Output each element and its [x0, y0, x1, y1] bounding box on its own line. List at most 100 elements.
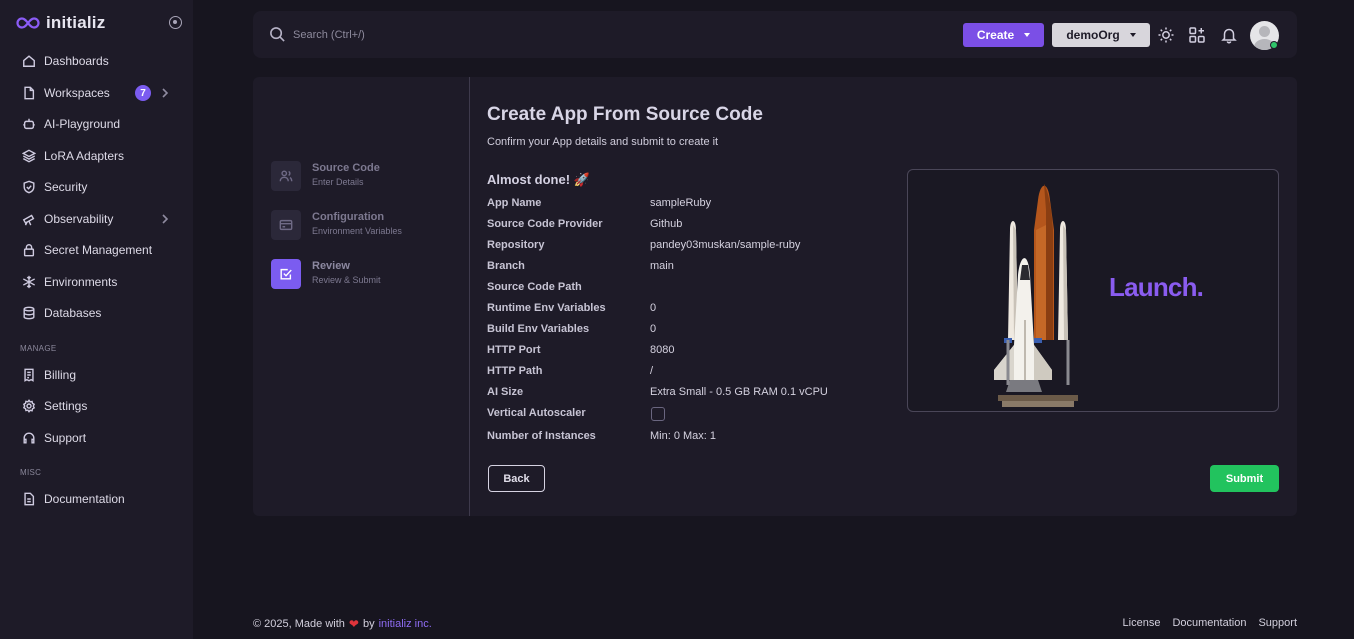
chevron-right-icon[interactable] — [159, 86, 171, 100]
sidebar-item-lora-adapters[interactable]: LoRA Adapters — [22, 146, 172, 166]
sidebar-item-label: Observability — [44, 212, 114, 226]
detail-label-app-name: App Name — [487, 197, 542, 209]
steps-divider — [469, 77, 470, 516]
chevron-right-icon[interactable] — [159, 212, 171, 226]
detail-value-http-port: 8080 — [650, 344, 675, 356]
card-icon — [271, 210, 301, 240]
sidebar-item-dashboards[interactable]: Dashboards — [22, 51, 172, 71]
sidebar-item-label: Support — [44, 431, 87, 445]
back-button[interactable]: Back — [488, 465, 545, 492]
sidebar-item-label: Dashboards — [44, 54, 109, 68]
bell-icon[interactable] — [1220, 26, 1238, 44]
sidebar-item-observability[interactable]: Observability — [22, 209, 172, 229]
detail-label-vertical-autoscaler: Vertical Autoscaler — [487, 407, 586, 419]
detail-label-repository: Repository — [487, 239, 545, 251]
footer-link-support[interactable]: Support — [1258, 617, 1297, 629]
submit-button[interactable]: Submit — [1210, 465, 1279, 492]
section-heading-manage: MANAGE — [20, 344, 57, 353]
sidebar-item-label: Secret Management — [44, 243, 153, 257]
step-review[interactable]: Review Review & Submit — [271, 259, 381, 289]
step-configuration[interactable]: Configuration Environment Variables — [271, 210, 402, 240]
step-title: Source Code — [312, 162, 380, 174]
detail-label-instances: Number of Instances — [487, 430, 596, 442]
sidebar-item-workspaces[interactable]: Workspaces 7 — [22, 83, 172, 103]
section-heading-misc: MISC — [20, 468, 42, 477]
layers-icon — [22, 149, 36, 163]
apps-grid-icon[interactable] — [1188, 26, 1206, 44]
detail-label-branch: Branch — [487, 260, 525, 272]
detail-label-source-path: Source Code Path — [487, 281, 582, 293]
copyright-text: © 2025, Made with — [253, 618, 345, 630]
detail-value-instances: Min: 0 Max: 1 — [650, 430, 717, 442]
step-title: Review — [312, 260, 350, 272]
sidebar-item-support[interactable]: Support — [22, 428, 172, 448]
detail-label-ai-size: AI Size — [487, 386, 524, 398]
sidebar-item-label: Billing — [44, 368, 77, 382]
sidebar-item-label: AI-Playground — [44, 117, 121, 131]
org-switcher-label: demoOrg — [1066, 28, 1120, 42]
detail-label-http-port: HTTP Port — [487, 344, 541, 356]
detail-value-source-provider: Github — [650, 218, 683, 230]
page-subtitle: Confirm your App details and submit to c… — [487, 136, 719, 148]
workspaces-count-badge: 7 — [135, 85, 151, 101]
infinity-logo-icon — [16, 17, 40, 29]
users-icon — [271, 161, 301, 191]
detail-value-ai-size: Extra Small - 0.5 GB RAM 0.1 vCPU — [650, 386, 828, 398]
create-button[interactable]: Create — [963, 23, 1044, 47]
sidebar-item-security[interactable]: Security — [22, 177, 172, 197]
detail-value-build-env: 0 — [650, 323, 657, 335]
caret-down-icon — [1024, 33, 1031, 37]
sidebar-item-label: Settings — [44, 399, 88, 413]
headset-icon — [22, 431, 36, 445]
file-icon — [22, 86, 36, 100]
sidebar-item-secret-management[interactable]: Secret Management — [22, 240, 172, 260]
detail-value-branch: main — [650, 260, 674, 272]
telescope-icon — [22, 212, 36, 226]
sidebar-item-environments[interactable]: Environments — [22, 272, 172, 292]
brand-name: initializ — [46, 13, 106, 32]
detail-label-source-provider: Source Code Provider — [487, 218, 603, 230]
database-icon — [22, 306, 36, 320]
detail-value-repository: pandey03muskan/sample-ruby — [650, 239, 801, 251]
footer-links: License Documentation Support — [1123, 617, 1297, 629]
launch-text: Launch. — [1109, 272, 1204, 302]
sidebar-item-label: Security — [44, 180, 88, 194]
heart-icon: ❤ — [348, 617, 359, 631]
footer-link-documentation[interactable]: Documentation — [1172, 617, 1246, 629]
sun-icon[interactable] — [1157, 26, 1175, 44]
vertical-autoscaler-checkbox[interactable] — [651, 407, 665, 421]
company-link[interactable]: initializ inc. — [379, 618, 432, 630]
detail-value-runtime-env: 0 — [650, 302, 657, 314]
sidebar-item-documentation[interactable]: Documentation — [22, 489, 172, 509]
check-square-icon — [271, 259, 301, 289]
sidebar-item-databases[interactable]: Databases — [22, 303, 172, 323]
detail-label-http-path: HTTP Path — [487, 365, 543, 377]
sidebar-item-settings[interactable]: Settings — [22, 396, 172, 416]
sidebar-item-label: Environments — [44, 275, 118, 289]
snowflake-icon — [22, 275, 36, 289]
footer-link-license[interactable]: License — [1123, 617, 1161, 629]
online-status-indicator — [1270, 41, 1278, 49]
gear-icon — [22, 399, 36, 413]
robot-icon — [22, 117, 36, 131]
step-source-code[interactable]: Source Code Enter Details — [271, 161, 380, 191]
almost-done-heading: Almost done! 🚀 — [487, 172, 590, 187]
sidebar-collapse-icon[interactable] — [169, 16, 182, 29]
brand-logo[interactable]: initializ — [16, 13, 105, 33]
sidebar-item-label: Workspaces — [44, 86, 110, 100]
search-icon[interactable] — [269, 26, 286, 43]
sidebar-item-label: Documentation — [44, 492, 125, 506]
org-switcher-button[interactable]: demoOrg — [1052, 23, 1150, 47]
sidebar-item-billing[interactable]: Billing — [22, 365, 172, 385]
sidebar-item-ai-playground[interactable]: AI-Playground — [22, 114, 172, 134]
search-input[interactable] — [293, 25, 593, 45]
launch-illustration: Launch. — [907, 169, 1279, 412]
top-bar: Create demoOrg — [253, 11, 1297, 58]
document-icon — [22, 492, 36, 506]
receipt-icon — [22, 368, 36, 382]
sidebar-item-label: LoRA Adapters — [44, 149, 125, 163]
detail-label-build-env: Build Env Variables — [487, 323, 590, 335]
create-app-card: Source Code Enter Details Configuration … — [253, 77, 1297, 516]
by-text: by — [362, 618, 375, 630]
step-title: Configuration — [312, 211, 385, 223]
